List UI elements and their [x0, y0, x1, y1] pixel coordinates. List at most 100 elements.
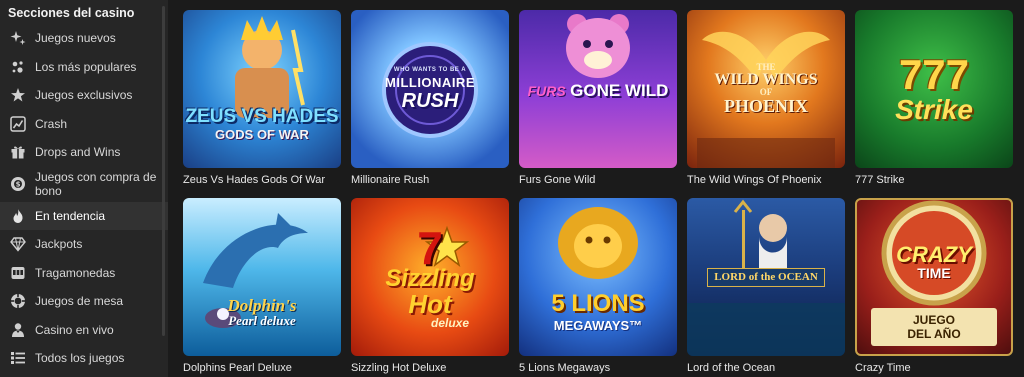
stars-icon — [9, 58, 27, 76]
game-thumbnail[interactable]: 5 LIONS MEGAWAYS™ — [519, 198, 677, 356]
diamond-icon — [9, 235, 27, 253]
sidebar-item-juegos-nuevos[interactable]: Juegos nuevos — [0, 24, 168, 53]
sidebar-title: Secciones del casino — [8, 6, 135, 20]
sidebar-item-label: Drops and Wins — [35, 145, 121, 160]
logo-line: WILD WINGS — [714, 71, 818, 88]
game-logo: CRAZY TIME — [896, 242, 972, 281]
game-thumbnail[interactable]: WHO WANTS TO BE A MILLIONAIRE RUSH — [351, 10, 509, 168]
game-logo: 5 LIONS MEGAWAYS™ — [551, 290, 645, 333]
sidebar-item-los-mas-populares[interactable]: Los más populares — [0, 53, 168, 82]
logo-line: Dolphin's — [227, 296, 297, 315]
sidebar-item-juegos-de-mesa[interactable]: Juegos de mesa — [0, 287, 168, 316]
casino-page: Secciones del casino Juegos nuevos Los m… — [0, 0, 1024, 377]
sidebar-item-label: En tendencia — [35, 208, 106, 223]
sidebar-item-crash[interactable]: Crash — [0, 110, 168, 139]
flame-icon — [9, 207, 27, 225]
logo-line: WHO WANTS TO BE A — [393, 67, 467, 73]
chart-icon — [9, 115, 27, 133]
game-logo: FURS GONE WILD — [528, 82, 669, 100]
games-grid-area: ZEUS VS HADES GODS OF WAR Zeus Vs Hades … — [168, 0, 1024, 377]
game-title[interactable]: Millionaire Rush — [351, 168, 509, 198]
game-thumbnail[interactable]: Dolphin's Pearl deluxe — [183, 198, 341, 356]
game-card-millionaire-rush[interactable]: WHO WANTS TO BE A MILLIONAIRE RUSH Milli… — [351, 10, 509, 198]
sidebar-item-label: Juegos exclusivos — [35, 88, 133, 103]
logo-line: deluxe — [430, 316, 469, 330]
logo-line: FURS — [527, 83, 566, 99]
game-thumbnail[interactable]: ZEUS VS HADES GODS OF WAR — [183, 10, 341, 168]
logo-line: Pearl deluxe — [228, 313, 296, 328]
sidebar-item-tragamonedas[interactable]: Tragamonedas — [0, 259, 168, 288]
sidebar-item-label: Juegos nuevos — [35, 31, 116, 46]
game-card-sizzling-hot-deluxe[interactable]: 7 Sizzling Hot deluxe Sizzling Hot Delux… — [351, 198, 509, 377]
game-logo: THE WILD WINGS OF PHOENIX — [714, 63, 818, 116]
dolphin-icon — [203, 213, 308, 328]
game-card-zeus-vs-hades[interactable]: ZEUS VS HADES GODS OF WAR Zeus Vs Hades … — [183, 10, 341, 198]
sidebar-item-label: Juegos de mesa — [35, 294, 124, 309]
casino-sections-sidebar: Secciones del casino Juegos nuevos Los m… — [0, 0, 168, 377]
game-title[interactable]: 777 Strike — [855, 168, 1013, 198]
zeus-figure-icon — [235, 16, 305, 118]
sidebar-item-jackpots[interactable]: Jackpots — [0, 230, 168, 259]
game-logo: Dolphin's Pearl deluxe — [228, 297, 297, 327]
game-card-crazy-time[interactable]: CRAZY TIME JUEGO DEL AÑO Crazy Time — [855, 198, 1013, 377]
poker-chip-icon — [9, 292, 27, 310]
bonus-coin-icon: $ — [9, 175, 27, 193]
game-logo: LORD of the OCEAN — [707, 267, 825, 287]
game-thumbnail[interactable]: 777 Strike — [855, 10, 1013, 168]
game-logo: ZEUS VS HADES GODS OF WAR — [185, 107, 338, 141]
logo-line: Strike — [895, 94, 973, 125]
logo-line: ZEUS VS HADES — [185, 106, 339, 127]
game-title[interactable]: Zeus Vs Hades Gods Of War — [183, 168, 341, 198]
logo-line: 5 LIONS — [551, 290, 645, 317]
logo-line: CRAZY — [896, 242, 972, 267]
logo-line: PHOENIX — [723, 96, 808, 116]
sidebar-item-casino-en-vivo[interactable]: Casino en vivo — [0, 316, 168, 345]
logo-line: Sizzling — [385, 265, 475, 292]
sidebar-item-juegos-exclusivos[interactable]: Juegos exclusivos — [0, 81, 168, 110]
game-title[interactable]: Dolphins Pearl Deluxe — [183, 356, 341, 377]
games-grid: ZEUS VS HADES GODS OF WAR Zeus Vs Hades … — [183, 10, 1024, 377]
logo-line: MEGAWAYS™ — [553, 318, 643, 333]
sidebar-item-label: Tragamonedas — [35, 265, 116, 280]
game-thumbnail[interactable]: LORD of the OCEAN — [687, 198, 845, 356]
game-title[interactable]: Furs Gone Wild — [519, 168, 677, 198]
game-card-furs-gone-wild[interactable]: FURS GONE WILD Furs Gone Wild — [519, 10, 677, 198]
game-card-lord-of-the-ocean[interactable]: LORD of the OCEAN Lord of the Ocean — [687, 198, 845, 377]
sidebar-item-label: Crash — [35, 116, 68, 131]
logo-line: Hot — [408, 289, 452, 319]
award-badge: JUEGO DEL AÑO — [871, 308, 997, 346]
sidebar-item-todos-los-juegos[interactable]: Todos los juegos — [0, 344, 168, 373]
sidebar-item-label: Todos los juegos — [35, 351, 125, 366]
list-icon — [9, 349, 27, 367]
game-title[interactable]: Crazy Time — [855, 356, 1013, 377]
game-title[interactable]: 5 Lions Megaways — [519, 356, 677, 377]
game-card-5-lions-megaways[interactable]: 5 LIONS MEGAWAYS™ 5 Lions Megaways — [519, 198, 677, 377]
game-title[interactable]: The Wild Wings Of Phoenix — [687, 168, 845, 198]
sidebar-item-drops-and-wins[interactable]: Drops and Wins — [0, 138, 168, 167]
game-card-wild-wings-of-phoenix[interactable]: THE WILD WINGS OF PHOENIX The Wild Wings… — [687, 10, 845, 198]
sidebar-item-label: Los más populares — [35, 59, 137, 74]
game-card-777-strike[interactable]: 777 Strike 777 Strike — [855, 10, 1013, 198]
sidebar-item-label: Jackpots — [35, 237, 83, 252]
game-title[interactable]: Lord of the Ocean — [687, 356, 845, 377]
logo-line: 777 — [898, 51, 970, 98]
game-thumbnail[interactable]: FURS GONE WILD — [519, 10, 677, 168]
game-card-dolphins-pearl-deluxe[interactable]: Dolphin's Pearl deluxe Dolphins Pearl De… — [183, 198, 341, 377]
sidebar-scrollbar[interactable] — [162, 6, 165, 336]
game-thumbnail[interactable]: THE WILD WINGS OF PHOENIX — [687, 10, 845, 168]
game-thumbnail[interactable]: CRAZY TIME JUEGO DEL AÑO — [855, 198, 1013, 356]
badge-line: JUEGO — [912, 313, 955, 327]
logo-line: RUSH — [401, 90, 459, 112]
game-logo: 7 Sizzling Hot deluxe — [385, 225, 474, 329]
game-title[interactable]: Sizzling Hot Deluxe — [351, 356, 509, 377]
logo-line: MILLIONAIRE — [385, 75, 475, 90]
logo-line: TIME — [917, 265, 951, 281]
sidebar-item-juegos-con-compra-de-bono[interactable]: $ Juegos con compra de bono — [0, 167, 168, 202]
game-logo: WHO WANTS TO BE A MILLIONAIRE RUSH — [385, 67, 475, 111]
logo-line: GONE WILD — [570, 81, 669, 100]
logo-line: LORD of the OCEAN — [714, 270, 818, 283]
game-thumbnail[interactable]: 7 Sizzling Hot deluxe — [351, 198, 509, 356]
badge-line: DEL AÑO — [907, 327, 961, 341]
sidebar-item-label: Juegos con compra de bono — [35, 170, 157, 198]
sidebar-item-en-tendencia[interactable]: En tendencia — [0, 201, 168, 230]
